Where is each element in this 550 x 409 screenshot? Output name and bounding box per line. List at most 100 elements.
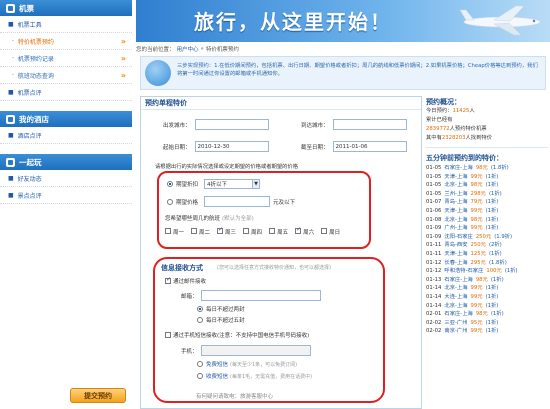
email-freq-5-radio[interactable] bbox=[197, 317, 203, 323]
list-item[interactable]: 01-05 天津-上海 99元 (1折) bbox=[426, 173, 548, 182]
weekday-mon[interactable]: 周一 bbox=[165, 228, 184, 236]
weekday-thu[interactable]: 周四 bbox=[243, 228, 262, 236]
deal-disc: (1折) bbox=[485, 173, 499, 180]
sidebar-item-special-flight-booking[interactable]: · 特价机票预约» bbox=[0, 33, 132, 50]
deal-disc: (1折) bbox=[485, 225, 499, 232]
list-item[interactable]: 02-02 南京-广州 99元 (1折) bbox=[426, 327, 548, 336]
list-item[interactable]: 02-01 石家庄-上海 98元 (1折) bbox=[426, 310, 548, 319]
deal-route: 北京-上海 bbox=[444, 182, 468, 189]
sidebar-item-flight-status[interactable]: · 航班动态查询» bbox=[0, 67, 132, 84]
price-input[interactable] bbox=[204, 196, 271, 207]
form-title: 预约单程特价 bbox=[141, 97, 421, 110]
list-item[interactable]: 01-11 青岛-西安 250元 (2折) bbox=[426, 241, 548, 250]
deal-date: 01-11 bbox=[426, 250, 442, 257]
list-item[interactable]: 01-11 天津-上海 125元 (1折) bbox=[426, 250, 548, 259]
sidebar-item-flight-reviews[interactable]: ■ 机票点评 bbox=[0, 84, 132, 101]
list-item[interactable]: 01-05 兰州-上海 298元 (1折) bbox=[426, 190, 548, 199]
banner-slogan: 旅行，从这里开始！ bbox=[194, 10, 392, 34]
weekday-wed[interactable]: 周三 bbox=[217, 226, 236, 236]
price-radio[interactable] bbox=[167, 198, 173, 205]
to-city-input[interactable] bbox=[332, 119, 407, 130]
sidebar-item-booking-records[interactable]: · 机票预约记录» bbox=[0, 50, 132, 67]
checkbox-icon bbox=[243, 228, 250, 234]
list-item[interactable]: 01-07 青岛-上海 79元 (1折) bbox=[426, 198, 548, 207]
sidebar-item-flight-tools[interactable]: ■ 机票工具 bbox=[0, 16, 132, 33]
deal-date: 01-12 bbox=[426, 268, 442, 275]
list-item[interactable]: 01-14 北京-上海 99元 (1折) bbox=[426, 284, 548, 293]
discount-radio[interactable] bbox=[167, 181, 173, 187]
deal-price: 298元 bbox=[470, 190, 486, 197]
deal-date: 01-09 bbox=[426, 225, 442, 232]
sidebar-section-title-hotels[interactable]: 我的酒店 bbox=[0, 111, 132, 127]
sidebar-item-attraction-reviews[interactable]: ■ 景点点评 bbox=[0, 187, 132, 204]
chevron-down-icon: ▼ bbox=[252, 180, 260, 188]
list-item[interactable]: 01-09 沈阳-石家庄 250元 (1.9折) bbox=[426, 233, 548, 242]
deal-date: 01-14 bbox=[426, 302, 442, 309]
deal-date: 01-12 bbox=[426, 259, 442, 266]
sms-free-note: (每天至少1条，可以免费订阅) bbox=[230, 361, 298, 368]
phone-input[interactable] bbox=[200, 345, 311, 356]
list-item[interactable]: 01-05 石家庄-上海 98元 (1.8折) bbox=[426, 164, 548, 173]
email-checkbox[interactable] bbox=[165, 276, 171, 284]
deal-route: 长春-上海 bbox=[444, 259, 468, 266]
sms-checkbox-label: 通过手机短信接收(注意：不支持中国电信手机号码接收) bbox=[173, 333, 310, 339]
start-date-input[interactable]: 2010-12-30 bbox=[194, 141, 269, 152]
weekday-sat[interactable]: 周六 bbox=[295, 226, 314, 236]
deal-date: 01-07 bbox=[426, 199, 442, 206]
sidebar-section-title-flights[interactable]: 机票 bbox=[0, 0, 132, 16]
deal-price: 125元 bbox=[470, 250, 486, 257]
deal-price: 95元 bbox=[470, 319, 483, 326]
sidebar-section-hotels: 我的酒店 ■ 酒店点评 bbox=[0, 111, 132, 144]
sms-paid-radio[interactable] bbox=[197, 373, 203, 379]
deal-date: 02-02 bbox=[426, 319, 442, 326]
deal-date: 01-14 bbox=[426, 285, 442, 292]
deal-route: 北京-上海 bbox=[444, 216, 468, 223]
weekday-hint-default: (默认为全部) bbox=[222, 216, 254, 222]
deal-route: 沈阳-石家庄 bbox=[444, 233, 473, 240]
list-item[interactable]: 01-09 广州-上海 99元 (1折) bbox=[426, 224, 548, 233]
list-item[interactable]: 01-12 呼和浩特-石家庄 100元 (1折) bbox=[426, 267, 548, 276]
help-footnote: 有何疑问请致电：旅游客服中心 bbox=[196, 394, 274, 400]
list-item[interactable]: 01-06 天津-上海 99元 (1折) bbox=[426, 207, 548, 216]
discount-select[interactable]: 4折以下 ▼ bbox=[204, 179, 261, 189]
weekday-tue[interactable]: 周二 bbox=[191, 228, 210, 236]
end-date-label: 截至日期： bbox=[301, 144, 329, 151]
list-item[interactable]: 01-12 长春-上海 295元 (1.8折) bbox=[426, 259, 548, 268]
list-item[interactable]: 01-08 北京-上海 98元 (1折) bbox=[426, 216, 548, 225]
deal-price: 250元 bbox=[470, 242, 486, 249]
submit-booking-button[interactable]: 提交预约 bbox=[70, 388, 126, 403]
breadcrumb-link-user-center[interactable]: 用户中心 bbox=[177, 45, 199, 53]
sidebar-section-title-play[interactable]: 一起玩 bbox=[0, 154, 132, 170]
weekday-sun[interactable]: 周日 bbox=[321, 228, 340, 236]
breadcrumb-current: 特价机票预约 bbox=[205, 47, 239, 53]
deal-disc: (1折) bbox=[485, 302, 499, 309]
deal-route: 北京-上海 bbox=[444, 285, 468, 292]
sms-checkbox[interactable] bbox=[165, 332, 171, 338]
deal-price: 98元 bbox=[470, 216, 483, 223]
list-item[interactable]: 01-14 大连-上海 99元 (1折) bbox=[426, 293, 548, 302]
flight-icon bbox=[6, 3, 15, 13]
sms-paid-note: (每条1毛，无需充值，费用在话费中) bbox=[230, 373, 313, 380]
weekday-checkboxes: 周一 周二 周三 周四 周五 周六 周日 bbox=[165, 226, 340, 236]
intro-text: 三步实现预约：1.在低价期间预约，包括机票、出行日期、期望价格或者折扣；周几的航… bbox=[177, 63, 538, 77]
deal-route: 石家庄-上海 bbox=[444, 311, 473, 318]
sms-free-radio[interactable] bbox=[197, 361, 203, 367]
list-item[interactable]: 02-02 三亚-广州 95元 (1折) bbox=[426, 319, 548, 328]
deal-disc: (1折) bbox=[488, 190, 502, 197]
from-city-input[interactable] bbox=[194, 119, 269, 130]
email-freq-2-radio[interactable] bbox=[197, 306, 203, 312]
sidebar-item-friend-activity[interactable]: ■ 好友动态 bbox=[0, 170, 132, 187]
deal-disc: (1折) bbox=[485, 207, 499, 214]
deal-disc: (1折) bbox=[490, 311, 504, 318]
double-arrow-icon: » bbox=[120, 36, 126, 46]
deal-route: 广州-上海 bbox=[444, 225, 468, 232]
bullet-icon: ■ bbox=[8, 88, 14, 96]
list-item[interactable]: 01-14 北京-上海 99元 (1折) bbox=[426, 302, 548, 311]
list-item[interactable]: 01-05 北京-上海 98元 (1折) bbox=[426, 181, 548, 190]
list-item[interactable]: 01-13 石家庄-上海 98元 (1折) bbox=[426, 276, 548, 285]
email-input[interactable] bbox=[200, 290, 321, 301]
deal-price: 295元 bbox=[470, 259, 486, 266]
weekday-fri[interactable]: 周五 bbox=[269, 228, 288, 236]
end-date-input[interactable]: 2011-01-06 bbox=[332, 141, 407, 152]
sidebar-item-hotel-reviews[interactable]: ■ 酒店点评 bbox=[0, 127, 132, 144]
